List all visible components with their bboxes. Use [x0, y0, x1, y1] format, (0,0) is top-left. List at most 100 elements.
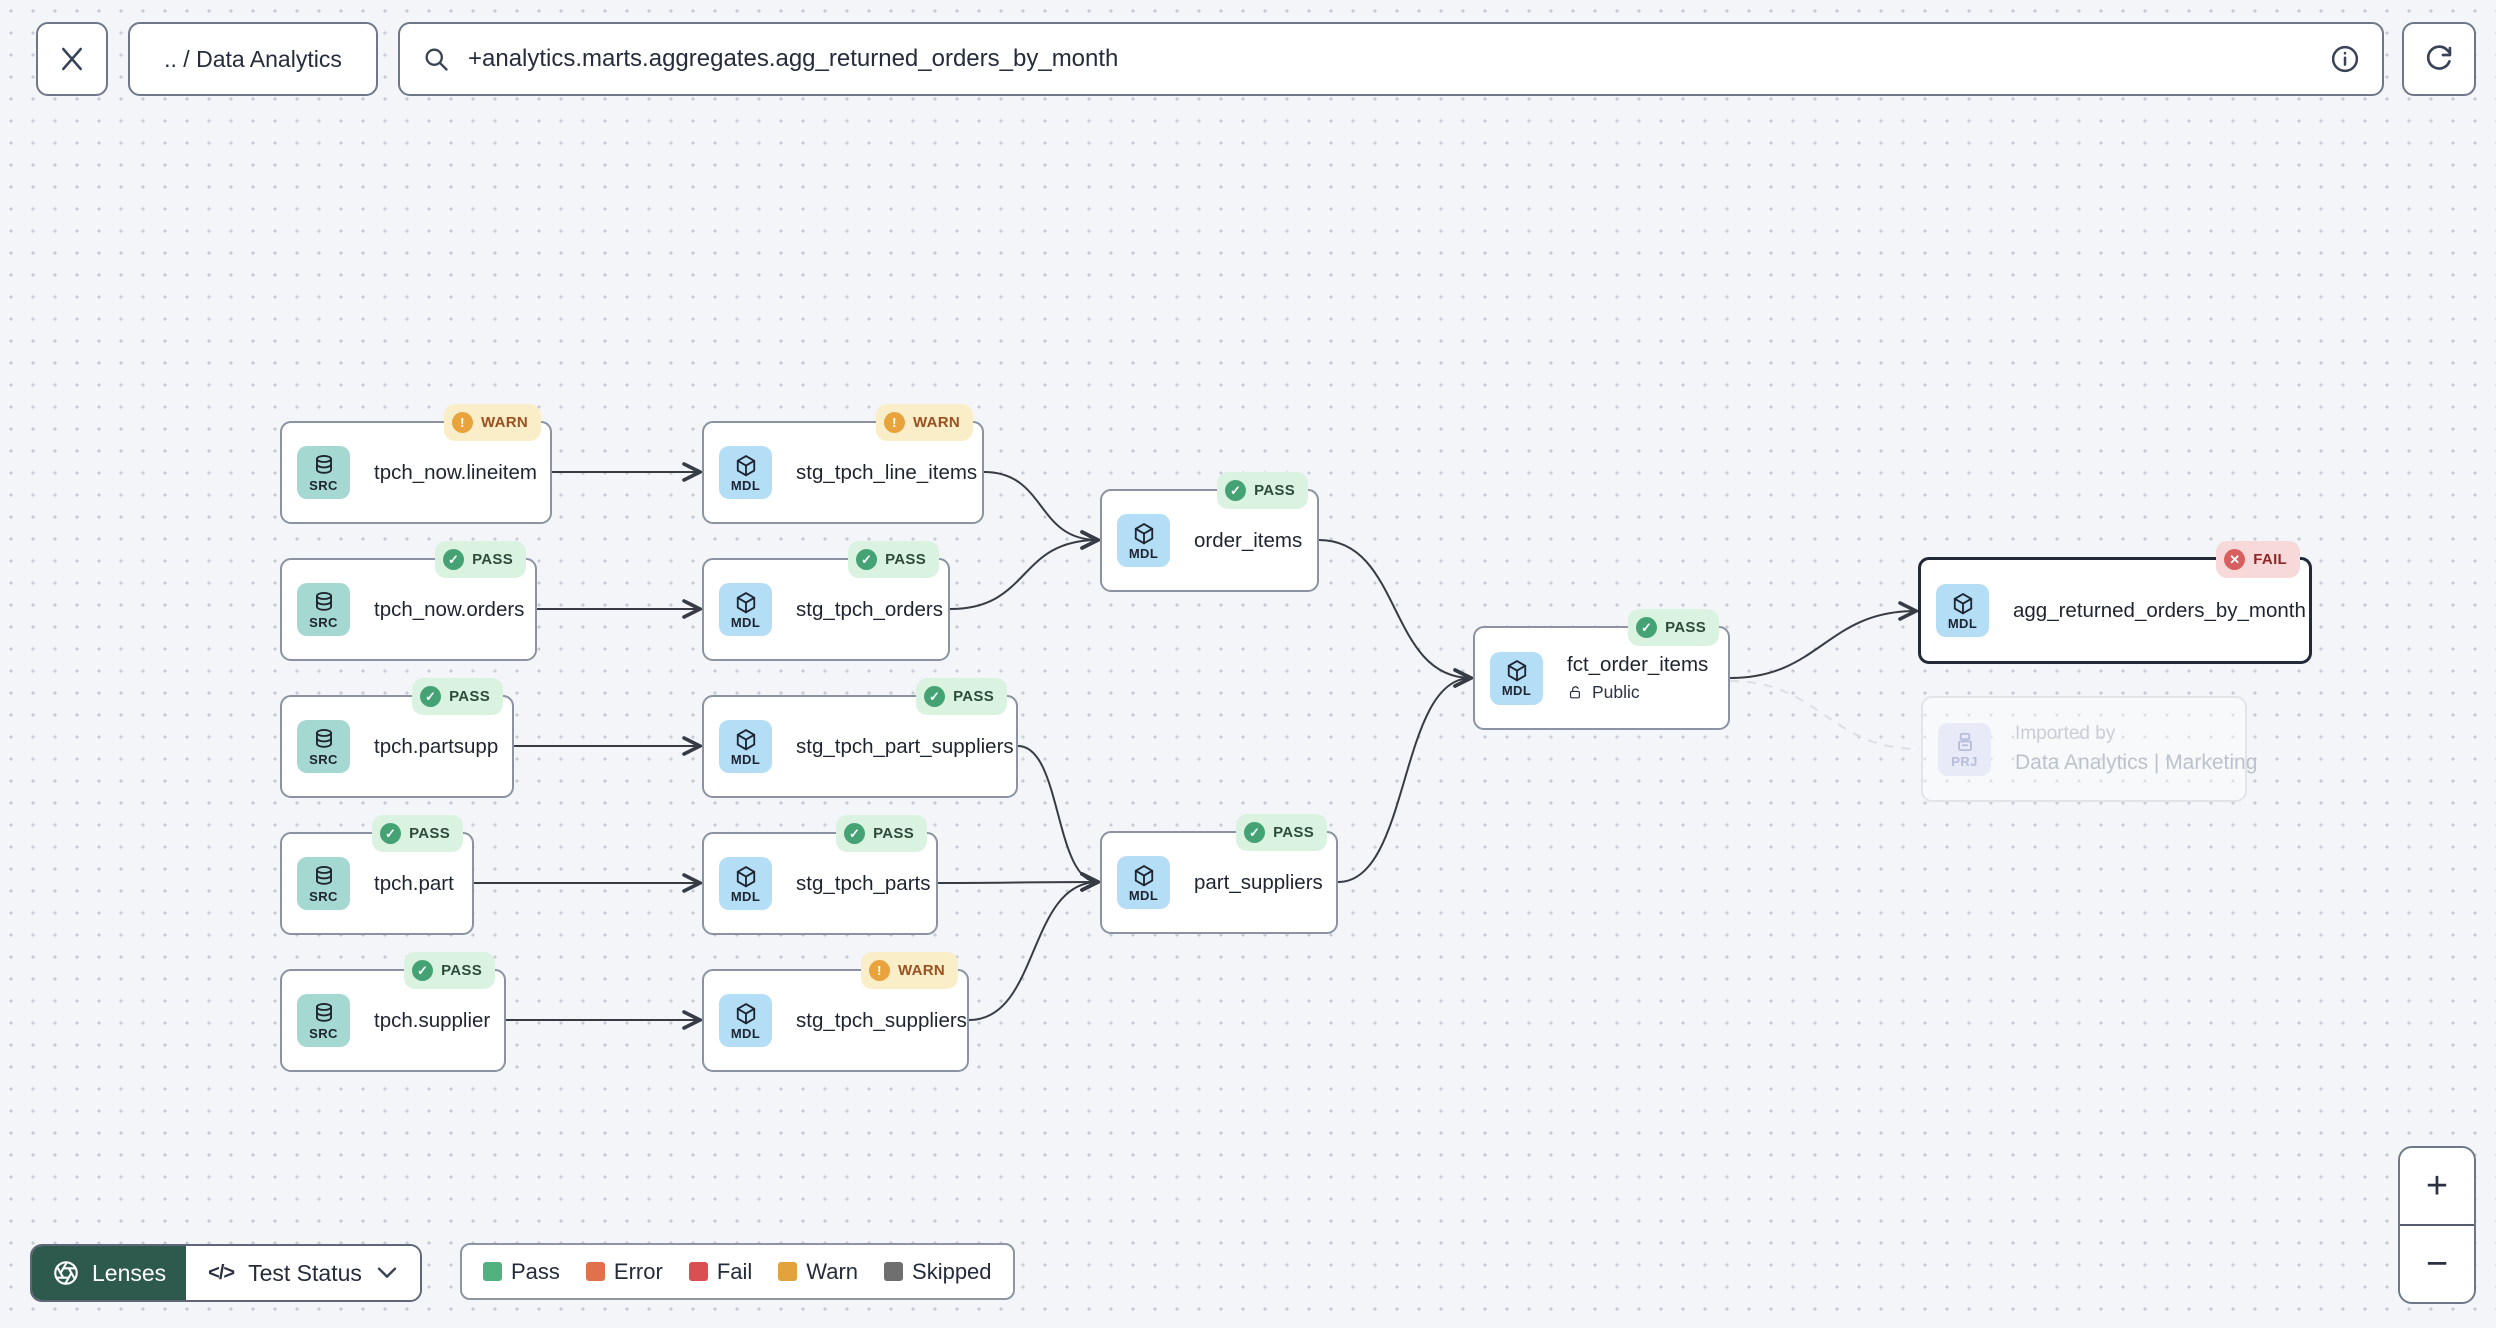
tile-type-label: SRC [309, 1025, 338, 1041]
node-label: tpch_now.lineitem [374, 460, 537, 484]
legend-item-fail: Fail [688, 1259, 752, 1285]
search-bar [398, 22, 2384, 96]
status-badge-label: FAIL [2253, 551, 2287, 568]
graph-node-stg_tpch_orders[interactable]: ✓ PASS MDL stg_tpch_orders [702, 541, 950, 661]
cube-icon [1134, 864, 1153, 886]
graph-node-part_suppliers[interactable]: ✓ PASS MDL part_suppliers [1100, 814, 1338, 934]
status-badge-pass: ✓ PASS [404, 952, 495, 989]
graph-node-tpch_now_orders[interactable]: ✓ PASS SRC tpch_now.orders [280, 541, 537, 661]
node-labels: tpch.supplier [374, 1009, 490, 1033]
legend-item-pass: Pass [483, 1259, 560, 1285]
graph-node-tpch_now_lineitem[interactable]: ! WARN SRC tpch_now.lineitem [280, 404, 552, 524]
search-input[interactable] [466, 44, 2330, 74]
legend-label: Pass [511, 1258, 560, 1284]
tile-type-label: MDL [730, 888, 761, 904]
mdl-tile: MDL [1490, 651, 1543, 705]
zoom-out-button[interactable]: − [2400, 1224, 2474, 1302]
src-tile: SRC [297, 994, 350, 1047]
tile-type-label: SRC [309, 888, 338, 904]
node-labels: tpch_now.orders [374, 598, 524, 622]
node-label: stg_tpch_line_items [796, 460, 978, 484]
legend-label: Warn [806, 1258, 859, 1284]
cube-icon [736, 1002, 755, 1024]
unlocked-padlock-icon [1569, 686, 1580, 699]
status-badge-label: PASS [472, 551, 513, 568]
node-labels: stg_tpch_line_items [796, 461, 977, 485]
refresh-button[interactable] [2402, 22, 2476, 96]
cube-icon [1507, 660, 1526, 682]
status-badge-label: WARN [912, 414, 960, 431]
edge-stg_tpch_orders-to-order_items [949, 530, 1103, 610]
edge-fct_order_items-to-imported_by_project [1729, 680, 1920, 750]
database-icon [315, 454, 332, 474]
mdl-tile: MDL [719, 583, 772, 636]
zoom-controls: + − [2398, 1146, 2476, 1304]
pass-status-icon: ✓ [412, 960, 434, 981]
tile-type-label: MDL [730, 477, 761, 493]
lens-selector[interactable]: </> Test Status [186, 1246, 420, 1300]
node-label: tpch.part [374, 871, 454, 895]
mdl-tile: MDL [719, 446, 772, 499]
mdl-tile: MDL [1117, 514, 1170, 567]
node-label: agg_returned_orders_by_month [2013, 598, 2306, 622]
legend-item-error: Error [585, 1259, 663, 1285]
node-label: fct_order_items [1567, 653, 1709, 676]
breadcrumb[interactable]: .. / Data Analytics [128, 22, 378, 96]
edges-layer [474, 462, 1921, 1030]
status-badge-label: PASS [873, 825, 914, 842]
access-row: Public [1567, 682, 1708, 703]
graph-node-stg_tpch_parts[interactable]: ✓ PASS MDL stg_tpch_parts [702, 815, 938, 935]
pass-status-icon: ✓ [856, 549, 878, 570]
aperture-icon [54, 1261, 78, 1285]
node-label: tpch.partsupp [374, 734, 499, 758]
status-badge-label: WARN [897, 962, 945, 979]
graph-node-stg_tpch_part_suppliers[interactable]: ✓ PASS MDL stg_tpch_part_suppliers [702, 678, 1018, 798]
node-label: tpch_now.orders [374, 597, 525, 621]
src-tile: SRC [297, 720, 350, 773]
node-labels: part_suppliers [1194, 871, 1323, 895]
edge-stg_tpch_parts-to-part_suppliers [937, 872, 1103, 892]
tile-type-label: MDL [1128, 545, 1159, 561]
status-badge-label: PASS [1273, 824, 1314, 841]
zoom-in-button[interactable]: + [2400, 1148, 2474, 1224]
node-label: stg_tpch_parts [796, 871, 931, 895]
mdl-tile: MDL [719, 857, 772, 910]
graph-node-fct_order_items[interactable]: ✓ PASS MDL fct_order_items Public [1473, 609, 1730, 730]
refresh-icon [2426, 45, 2452, 70]
cube-icon [736, 454, 755, 476]
graph-node-tpch_part[interactable]: ✓ PASS SRC tpch.part [280, 815, 474, 935]
legend-item-warn: Warn [778, 1259, 858, 1285]
lenses-button[interactable]: Lenses [32, 1246, 187, 1300]
status-badge-pass: ✓ PASS [435, 541, 526, 578]
legend-swatch-warn [778, 1262, 798, 1281]
node-label: order_items [1194, 528, 1303, 552]
status-badge-pass: ✓ PASS [848, 541, 939, 578]
node-labels: tpch_now.lineitem [374, 461, 537, 485]
node-labels: stg_tpch_orders [796, 598, 943, 622]
graph-node-tpch_partsupp[interactable]: ✓ PASS SRC tpch.partsupp [280, 678, 514, 798]
graph-node-order_items[interactable]: ✓ PASS MDL order_items [1100, 472, 1319, 592]
graph-node-stg_tpch_line_items[interactable]: ! WARN MDL stg_tpch_line_items [702, 404, 984, 524]
cube-icon [1134, 522, 1153, 544]
graph-node-stg_tpch_suppliers[interactable]: ! WARN MDL stg_tpch_suppliers [702, 952, 969, 1072]
status-badge-pass: ✓ PASS [916, 678, 1007, 715]
tile-type-label: MDL [730, 614, 761, 630]
graph-node-agg_returned_orders_by_month[interactable]: ✕ FAIL MDL agg_returned_orders_by_month [1918, 541, 2312, 664]
prj-tile: PRJ [1938, 722, 1991, 776]
graph-node-tpch_supplier[interactable]: ✓ PASS SRC tpch.supplier [280, 952, 506, 1072]
info-icon[interactable] [2330, 44, 2360, 74]
warn-status-icon: ! [451, 412, 473, 433]
chevron-down-icon [377, 1267, 397, 1278]
mdl-tile: MDL [1936, 584, 1989, 637]
status-badge-warn: ! WARN [875, 404, 973, 441]
database-icon [315, 728, 332, 748]
mdl-tile: MDL [719, 994, 772, 1047]
node-labels: Imported by Data Analytics | Marketing [2015, 723, 2257, 775]
cube-icon [736, 865, 755, 887]
breadcrumb-label: .. / Data Analytics [164, 45, 342, 72]
status-badge-label: PASS [449, 688, 490, 705]
fail-status-icon: ✕ [2224, 549, 2246, 570]
legend-swatch-fail [688, 1262, 708, 1281]
mdl-tile: MDL [1117, 856, 1170, 909]
close-button[interactable] [36, 22, 108, 96]
